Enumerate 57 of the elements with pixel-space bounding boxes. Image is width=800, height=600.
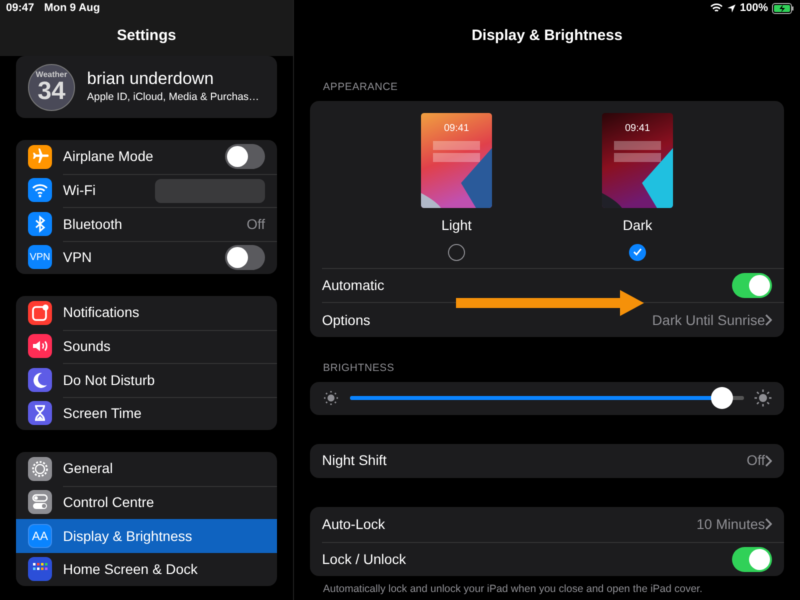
sidebar-item[interactable]: VPN VPN <box>16 240 277 274</box>
setting-label: Options <box>322 310 370 330</box>
status-time: 09:47 <box>6 0 34 16</box>
slider-thumb[interactable] <box>710 387 733 409</box>
sidebar-item[interactable]: Do Not Disturb <box>16 363 277 396</box>
wallpaper-preview-drawing[interactable] <box>421 112 492 208</box>
preview-clock: 09:41 <box>624 122 652 136</box>
sun-large-icon <box>754 389 772 407</box>
chevron-icon <box>765 518 772 530</box>
setting-value: Dark Until Sunrise <box>652 310 765 330</box>
location-arrow-icon <box>726 4 736 12</box>
sidebar-item[interactable]: AA Display & Brightness <box>16 519 277 552</box>
radio-button[interactable] <box>629 244 646 261</box>
wifi-icon <box>710 3 723 13</box>
checkmark-icon <box>633 248 642 256</box>
toggle-switch[interactable] <box>732 546 772 572</box>
toggle-switch[interactable] <box>225 144 265 170</box>
avatar-value: 34 <box>38 78 66 104</box>
sidebar-item[interactable]: Wi-Fi <box>16 174 277 207</box>
setting-value: Off <box>746 451 765 470</box>
section-header: APPEARANCE <box>322 80 399 95</box>
sidebar-item[interactable]: Home Screen & Dock <box>16 552 277 586</box>
setting-value: 10 Minutes <box>696 514 765 534</box>
sidebar-item[interactable]: Notifications <box>16 296 277 330</box>
toggle-switch[interactable] <box>732 273 772 298</box>
profile-name: brian underdown <box>87 68 215 90</box>
setting-label: Automatic <box>322 276 384 295</box>
section-header: BRIGHTNESS <box>322 360 396 376</box>
status-date: Mon 9 Aug <box>44 0 100 16</box>
sidebar-item[interactable]: General <box>16 452 277 486</box>
sidebar-item[interactable]: Airplane Mode <box>16 140 277 174</box>
battery-charging-icon <box>772 2 794 14</box>
chevron-icon <box>765 454 772 467</box>
sidebar-item[interactable]: Bluetooth Off <box>16 207 277 240</box>
option-label: Dark <box>622 216 652 235</box>
setting-label: Auto-Lock <box>322 514 386 534</box>
preview-clock: 09:41 <box>442 122 470 136</box>
footer-note: Automatically lock and unlock your iPad when you close and open the iPad cover. <box>322 582 704 597</box>
sun-small-icon <box>322 389 340 407</box>
setting-label: Night Shift <box>322 451 387 470</box>
avatar-label: Weather <box>36 70 68 78</box>
sidebar-title: Settings <box>116 27 176 46</box>
chevron-icon <box>765 314 772 326</box>
wallpaper-preview-drawing[interactable] <box>602 112 673 208</box>
profile-subtitle: Apple ID, iCloud, Media & Purchas… <box>87 90 260 106</box>
battery-percent: 100% <box>740 0 768 16</box>
sidebar-item[interactable]: Screen Time <box>16 396 277 430</box>
item-value: Off <box>246 214 265 234</box>
sidebar-item[interactable]: Sounds <box>16 330 277 363</box>
slider-track[interactable] <box>350 387 744 409</box>
option-label: Light <box>441 216 472 235</box>
app-icon: AA <box>28 524 52 548</box>
app-icon: VPN <box>28 245 52 270</box>
page-title: Display & Brightness <box>472 27 622 46</box>
radio-button[interactable] <box>448 244 465 261</box>
setting-label: Lock / Unlock <box>322 550 406 569</box>
toggle-switch[interactable] <box>225 245 265 270</box>
